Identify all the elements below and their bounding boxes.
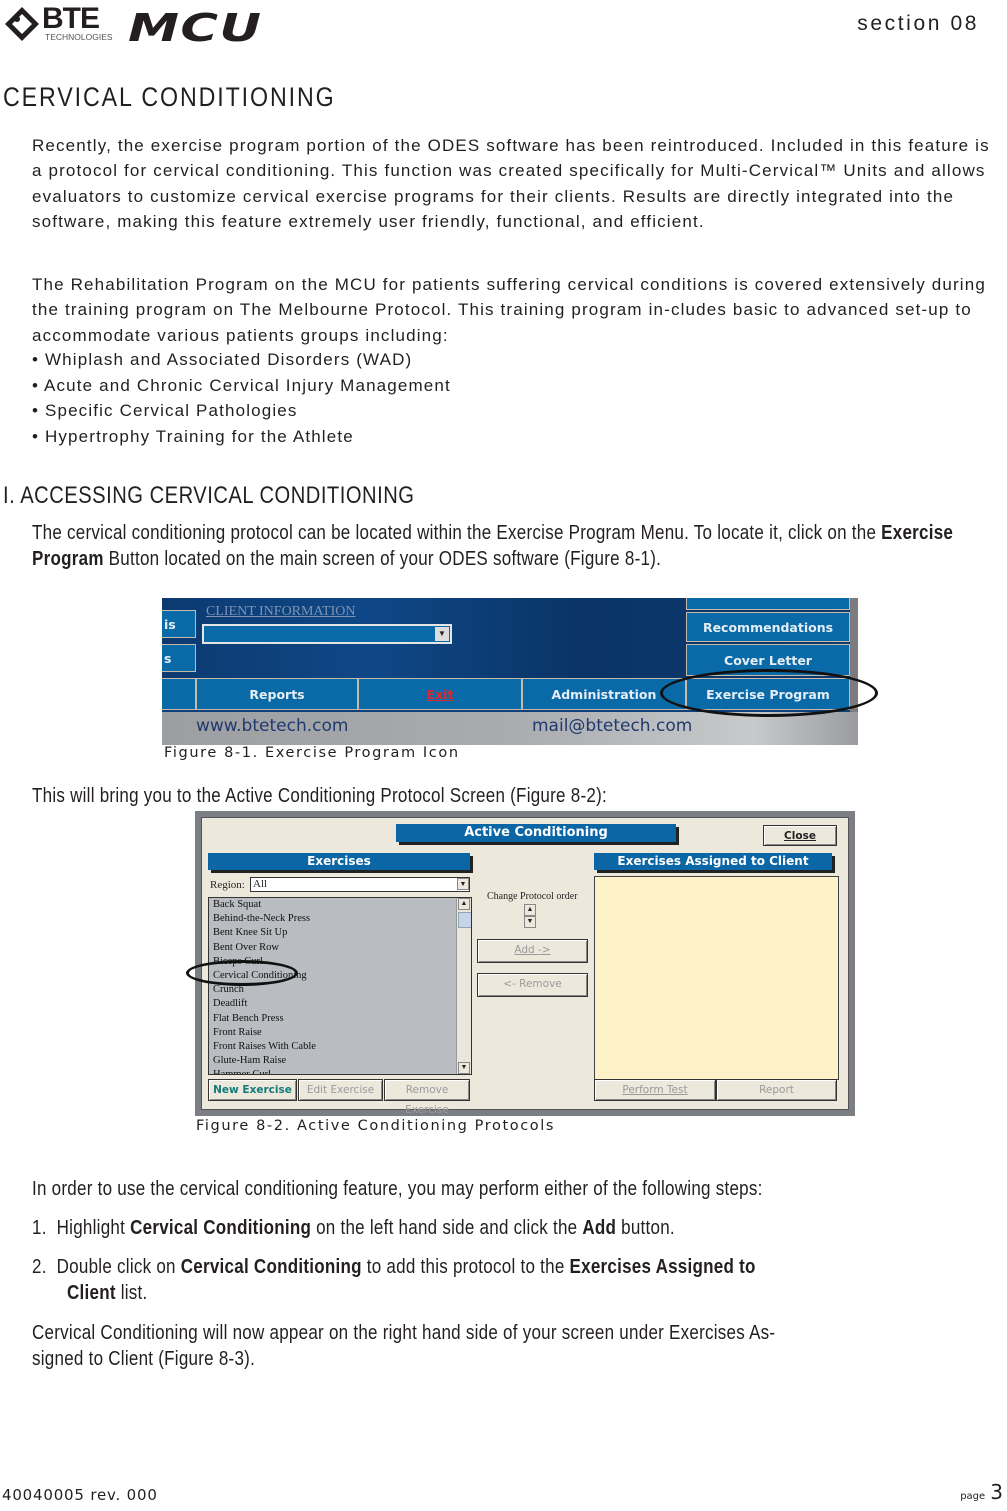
- remove-exercise-button[interactable]: Remove Exercise: [384, 1079, 470, 1116]
- page-number: page 3: [960, 1480, 1003, 1504]
- bullet-item: • Acute and Chronic Cervical Injury Mana…: [32, 375, 451, 395]
- step-2: 2. Double click on Cervical Conditioning…: [32, 1256, 756, 1278]
- region-label: Region:: [210, 879, 245, 891]
- scrollbar-thumb[interactable]: [458, 912, 471, 928]
- exercises-header: Exercises: [208, 853, 470, 870]
- close-button[interactable]: Close: [763, 825, 837, 846]
- steps-intro: In order to use the cervical conditionin…: [32, 1178, 763, 1200]
- client-information-label: CLIENT INFORMATION: [206, 604, 356, 619]
- move-up-icon[interactable]: ▲: [524, 904, 536, 916]
- exercise-list-item[interactable]: Bent Over Row: [209, 941, 471, 955]
- email-link[interactable]: mail@btetech.com: [532, 716, 692, 736]
- exercise-list-item[interactable]: Hammer Curl: [209, 1068, 471, 1074]
- exercise-list-item[interactable]: Bent Knee Sit Up: [209, 926, 471, 940]
- figure-8-2-screenshot: Active Conditioning Close Exercises Regi…: [195, 811, 855, 1116]
- bte-diamond-icon: [5, 7, 39, 41]
- step-2-continued: Client list.: [67, 1282, 148, 1304]
- exercise-list-item[interactable]: Behind-the-Neck Press: [209, 912, 471, 926]
- exercise-list-item[interactable]: Front Raises With Cable: [209, 1040, 471, 1054]
- bte-logo: BTE TECHNOLOGIES: [4, 2, 116, 42]
- scroll-up-icon[interactable]: ▲: [458, 898, 470, 910]
- exercise-list: Back Squat Behind-the-Neck Press Bent Knee…: [209, 898, 471, 1074]
- exercise-listbox[interactable]: Back Squat Behind-the-Neck Press Bent Knee…: [208, 897, 472, 1075]
- perform-test-button[interactable]: Perform Test: [594, 1079, 716, 1101]
- section-heading: I. ACCESSING CERVICAL CONDITIONING: [3, 482, 415, 509]
- change-protocol-order-label: Change Protocol order: [487, 891, 578, 902]
- partial-bottom-left-button[interactable]: [162, 678, 196, 710]
- exercise-list-item[interactable]: Flat Bench Press: [209, 1012, 471, 1026]
- intro-paragraph-1: Recently, the exercise program portion o…: [32, 136, 990, 231]
- partial-left-button-1[interactable]: is: [162, 610, 196, 638]
- mcu-logo: MCU: [128, 6, 270, 50]
- move-down-icon[interactable]: ▼: [524, 916, 536, 928]
- exercise-list-item[interactable]: Glute-Ham Raise: [209, 1054, 471, 1068]
- active-conditioning-window: Active Conditioning Close Exercises Regi…: [201, 817, 849, 1116]
- bullet-item: • Specific Cervical Pathologies: [32, 401, 298, 421]
- figure-8-1-caption: Figure 8-1. Exercise Program Icon: [164, 745, 460, 761]
- mcu-logo-text: MCU: [128, 6, 263, 50]
- document-number: 40040005 rev. 000: [2, 1486, 158, 1504]
- remove-button[interactable]: <- Remove: [477, 973, 588, 997]
- page-title: CERVICAL CONDITIONING: [3, 82, 336, 112]
- client-select[interactable]: ▼: [202, 624, 452, 644]
- chevron-down-icon[interactable]: ▼: [435, 627, 449, 641]
- bte-logo-subtext: TECHNOLOGIES: [45, 32, 113, 42]
- figure-8-2-caption: Figure 8-2. Active Conditioning Protocol…: [196, 1118, 556, 1134]
- assigned-header: Exercises Assigned to Client: [594, 853, 832, 870]
- reports-button[interactable]: Reports: [196, 678, 358, 710]
- exercise-list-item[interactable]: Deadlift: [209, 997, 471, 1011]
- bullet-list: • Whiplash and Associated Disorders (WAD…: [32, 347, 451, 450]
- exit-button[interactable]: Exit: [358, 678, 522, 710]
- section-label: section 08: [857, 12, 979, 35]
- new-exercise-button[interactable]: New Exercise: [208, 1079, 297, 1101]
- website-link[interactable]: www.btetech.com: [196, 716, 348, 736]
- add-button[interactable]: Add ->: [477, 939, 588, 963]
- highlight-oval: [660, 669, 878, 717]
- partial-left-button-2[interactable]: s: [162, 644, 196, 672]
- report-button[interactable]: Report: [716, 1079, 837, 1101]
- scroll-down-icon[interactable]: ▼: [458, 1062, 470, 1074]
- exercise-list-item[interactable]: Back Squat: [209, 898, 471, 912]
- assigned-listbox[interactable]: [594, 876, 839, 1080]
- region-value: All: [253, 878, 268, 890]
- bte-logo-text: BTE: [42, 2, 100, 35]
- scrollbar[interactable]: ▲ ▼: [456, 898, 471, 1074]
- edit-exercise-button[interactable]: Edit Exercise: [298, 1079, 383, 1101]
- intro-paragraph-2: The Rehabilitation Program on the MCU fo…: [32, 275, 986, 345]
- window-title: Active Conditioning: [396, 824, 676, 842]
- conclusion-line-2: signed to Client (Figure 8-3).: [32, 1348, 256, 1370]
- conclusion-line-1: Cervical Conditioning will now appear on…: [32, 1322, 776, 1344]
- step-1: 1. Highlight Cervical Conditioning on th…: [32, 1217, 675, 1239]
- recommendations-button[interactable]: Recommendations: [686, 612, 850, 642]
- section-paragraph: The cervical conditioning protocol can b…: [32, 522, 954, 570]
- bullet-item: • Whiplash and Associated Disorders (WAD…: [32, 350, 413, 369]
- figure-2-lead-in: This will bring you to the Active Condit…: [32, 785, 607, 807]
- bullet-item: • Hypertrophy Training for the Athlete: [32, 427, 354, 447]
- top-right-button-partial[interactable]: [686, 598, 850, 610]
- exercise-list-item[interactable]: Front Raise: [209, 1026, 471, 1040]
- chevron-down-icon[interactable]: ▼: [457, 878, 469, 890]
- highlight-oval: [186, 960, 298, 986]
- region-select[interactable]: All ▼: [250, 877, 470, 892]
